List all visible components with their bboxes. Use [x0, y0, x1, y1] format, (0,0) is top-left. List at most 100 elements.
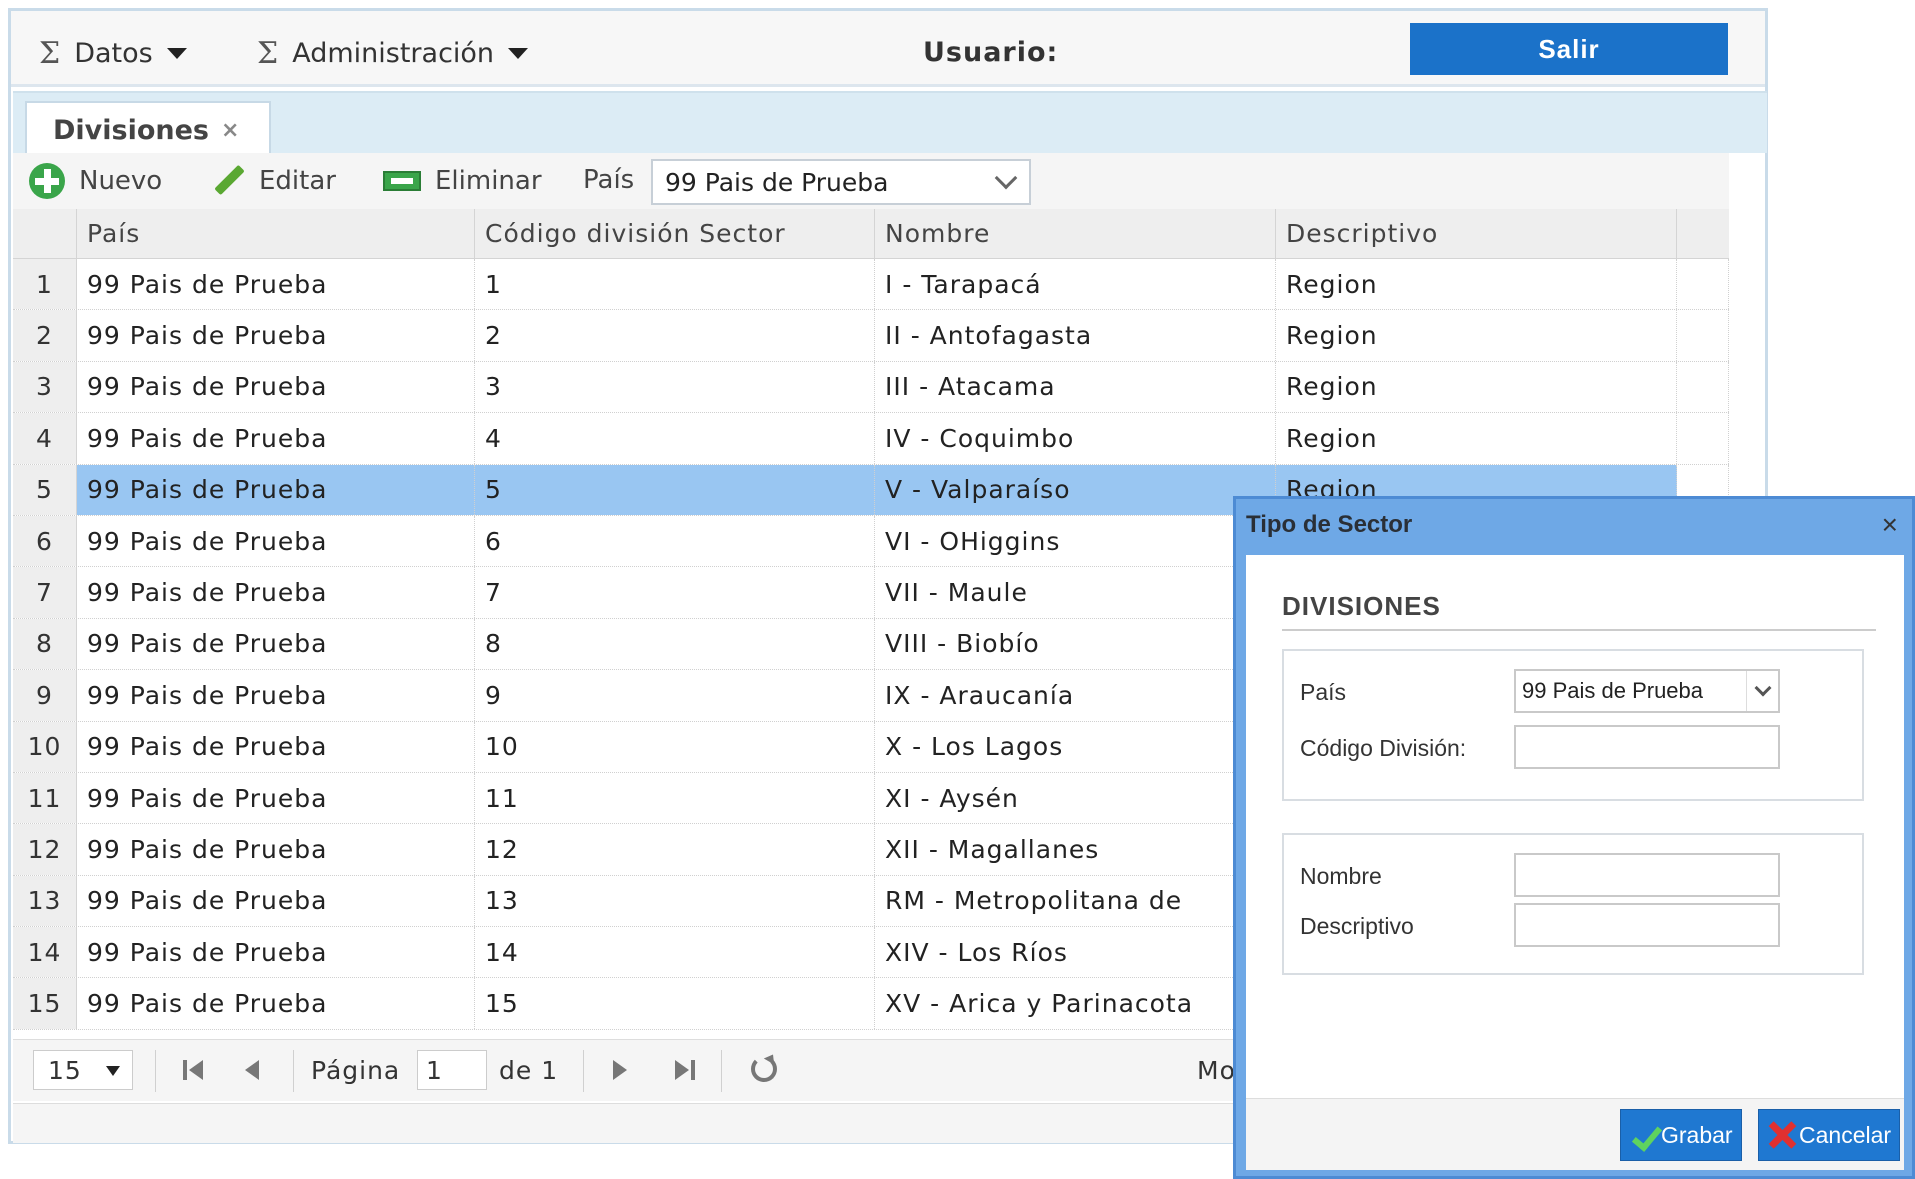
- cell-pais: 99 Pais de Prueba: [77, 567, 475, 618]
- sigma-icon: Σ: [257, 35, 279, 71]
- pager-separator: [155, 1050, 156, 1092]
- tab-divisiones-label: Divisiones: [53, 114, 210, 146]
- logout-button[interactable]: Salir: [1410, 23, 1728, 75]
- cell-pais: 99 Pais de Prueba: [77, 978, 475, 1029]
- row-number: 6: [13, 515, 77, 567]
- table-row[interactable]: 1 99 Pais de Prueba 1 I - Tarapacá Region: [13, 259, 1729, 311]
- cell-pais: 99 Pais de Prueba: [77, 670, 475, 721]
- pager-separator: [721, 1050, 722, 1092]
- tab-close-icon[interactable]: ×: [221, 118, 239, 143]
- cell-pais: 99 Pais de Prueba: [77, 721, 475, 772]
- cancel-button-label: Cancelar: [1799, 1121, 1892, 1148]
- pais-select[interactable]: 99 Pais de Prueba: [1514, 669, 1780, 713]
- cell-nombre: III - Atacama: [875, 361, 1276, 413]
- row-number: 5: [13, 464, 77, 515]
- table-row[interactable]: 2 99 Pais de Prueba 2 II - Antofagasta Regio…: [13, 310, 1729, 362]
- edit-button[interactable]: Editar: [213, 161, 336, 201]
- cell-descriptivo: Region: [1276, 413, 1677, 464]
- cell-pais: 99 Pais de Prueba: [77, 824, 475, 875]
- row-number: 12: [13, 824, 77, 875]
- remove-icon: [383, 171, 421, 191]
- column-header-pais[interactable]: País: [77, 209, 475, 258]
- caret-down-icon: [166, 47, 187, 59]
- cell-filler: [1677, 259, 1729, 310]
- heading-divider: [1282, 629, 1876, 631]
- row-number: 3: [13, 361, 77, 413]
- row-number: 15: [13, 978, 77, 1029]
- refresh-icon[interactable]: [751, 1056, 777, 1082]
- save-button[interactable]: Grabar: [1620, 1109, 1742, 1161]
- caret-down-icon: [106, 1066, 120, 1076]
- cell-codigo: 10: [475, 721, 875, 772]
- chevron-down-icon[interactable]: [1746, 671, 1778, 711]
- sigma-icon: Σ: [39, 35, 61, 71]
- cell-codigo: 8: [475, 618, 875, 670]
- column-header-descriptivo[interactable]: Descriptivo: [1276, 209, 1677, 258]
- nombre-field-label: Nombre: [1300, 863, 1382, 889]
- first-page-icon[interactable]: [183, 1060, 203, 1080]
- cell-codigo: 15: [475, 978, 875, 1029]
- cell-codigo: 1: [475, 259, 875, 310]
- cell-codigo: 4: [475, 413, 875, 464]
- menu-datos[interactable]: Σ Datos: [39, 35, 187, 71]
- row-number: 2: [13, 310, 77, 361]
- cell-codigo: 7: [475, 567, 875, 618]
- codigo-field-label: Código División:: [1300, 735, 1467, 761]
- cell-pais: 99 Pais de Prueba: [77, 927, 475, 978]
- row-number: 14: [13, 927, 77, 978]
- new-button-label: Nuevo: [79, 166, 163, 196]
- dialog-title[interactable]: Tipo de Sector: [1236, 499, 1912, 551]
- cell-codigo: 11: [475, 772, 875, 824]
- cell-nombre: VI - OHiggins: [875, 515, 1276, 567]
- next-page-icon[interactable]: [613, 1060, 627, 1080]
- column-header-nombre[interactable]: Nombre: [875, 209, 1276, 258]
- prev-page-icon[interactable]: [245, 1060, 259, 1080]
- new-button[interactable]: Nuevo: [29, 161, 162, 201]
- cell-nombre: X - Los Lagos: [875, 721, 1276, 772]
- cell-nombre: RM - Metropolitana de: [875, 875, 1276, 927]
- row-number: 13: [13, 875, 77, 927]
- cell-nombre: XII - Magallanes: [875, 824, 1276, 875]
- cell-codigo: 5: [475, 464, 875, 515]
- delete-button[interactable]: Eliminar: [383, 161, 542, 201]
- dialog-footer: Grabar Cancelar: [1246, 1098, 1904, 1170]
- pager-separator: [583, 1050, 584, 1092]
- check-icon: [1631, 1120, 1655, 1150]
- delete-button-label: Eliminar: [435, 166, 542, 196]
- pais-select-value: 99 Pais de Prueba: [1522, 678, 1704, 703]
- cell-pais: 99 Pais de Prueba: [77, 875, 475, 927]
- row-number-header: [13, 209, 77, 258]
- menu-administracion-label: Administración: [292, 37, 495, 69]
- cell-descriptivo: Region: [1276, 361, 1677, 413]
- descriptivo-input[interactable]: [1514, 903, 1780, 947]
- column-header-filler: [1677, 209, 1729, 258]
- page-size-select[interactable]: 15: [33, 1050, 133, 1090]
- cell-pais: 99 Pais de Prueba: [77, 361, 475, 413]
- chevron-down-icon[interactable]: [983, 161, 1029, 203]
- cancel-button[interactable]: Cancelar: [1758, 1109, 1900, 1161]
- table-row[interactable]: 3 99 Pais de Prueba 3 III - Atacama Region: [13, 361, 1729, 414]
- cell-nombre: II - Antofagasta: [875, 310, 1276, 361]
- cell-codigo: 12: [475, 824, 875, 875]
- country-filter-select[interactable]: 99 Pais de Prueba: [651, 159, 1031, 205]
- menu-administracion[interactable]: Σ Administración: [257, 35, 529, 71]
- cell-pais: 99 Pais de Prueba: [77, 515, 475, 567]
- nombre-input[interactable]: [1514, 853, 1780, 897]
- top-menu-bar: Σ Datos Σ Administración Usuario: Salir: [11, 11, 1765, 87]
- cell-pais: 99 Pais de Prueba: [77, 259, 475, 310]
- cell-pais: 99 Pais de Prueba: [77, 310, 475, 361]
- descriptivo-field-label: Descriptivo: [1300, 913, 1414, 939]
- page-number-input[interactable]: 1: [417, 1050, 487, 1090]
- close-icon: [1769, 1121, 1795, 1149]
- cell-pais: 99 Pais de Prueba: [77, 618, 475, 670]
- tab-divisiones[interactable]: Divisiones ×: [25, 101, 271, 157]
- row-number: 10: [13, 721, 77, 772]
- cell-nombre: XV - Arica y Parinacota: [875, 978, 1276, 1029]
- cell-codigo: 13: [475, 875, 875, 927]
- cell-codigo: 14: [475, 927, 875, 978]
- table-row[interactable]: 4 99 Pais de Prueba 4 IV - Coquimbo Region: [13, 413, 1729, 465]
- codigo-division-input[interactable]: [1514, 725, 1780, 769]
- close-icon[interactable]: ×: [1882, 509, 1898, 541]
- last-page-icon[interactable]: [675, 1060, 695, 1080]
- column-header-codigo[interactable]: Código división Sector: [475, 209, 875, 258]
